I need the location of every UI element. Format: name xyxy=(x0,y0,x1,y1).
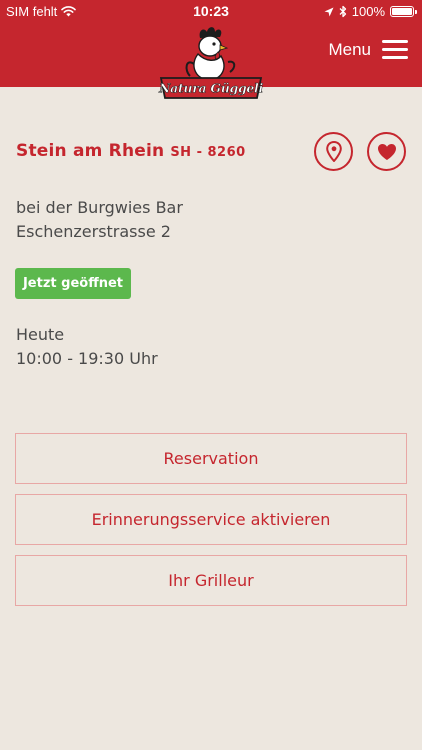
menu-label: Menu xyxy=(328,40,371,59)
battery-icon xyxy=(390,6,417,17)
hours-text: 10:00 - 19:30 Uhr xyxy=(16,349,158,368)
top-app-bar: SIM fehlt 10:23 100% Natura Güggeli Menu xyxy=(0,0,422,99)
griller-button[interactable]: Ihr Grilleur xyxy=(15,555,407,606)
menu-button[interactable]: Menu xyxy=(328,40,408,60)
address: bei der Burgwies Bar Eschenzerstrasse 2 xyxy=(16,196,183,244)
open-status-badge: Jetzt geöffnet xyxy=(15,268,131,299)
battery-percent: 100% xyxy=(351,4,385,19)
show-on-map-button[interactable] xyxy=(314,132,353,171)
opening-hours: Heute 10:00 - 19:30 Uhr xyxy=(16,323,158,371)
address-line-1: bei der Burgwies Bar xyxy=(16,198,183,217)
location-name: Stein am Rhein xyxy=(16,141,165,161)
natura-gueggeli-logo[interactable]: Natura Güggeli xyxy=(158,24,264,102)
address-line-2: Eschenzerstrasse 2 xyxy=(16,222,171,241)
map-pin-icon xyxy=(325,141,342,162)
status-right: 100% xyxy=(324,4,417,19)
logo-text: Natura Güggeli xyxy=(158,81,263,96)
location-title: Stein am Rhein SH - 8260 xyxy=(16,141,246,161)
hamburger-icon xyxy=(382,40,408,60)
reminder-service-button[interactable]: Erinnerungsservice aktivieren xyxy=(15,494,407,545)
heart-icon xyxy=(377,143,396,160)
bluetooth-icon xyxy=(339,5,346,18)
day-label: Heute xyxy=(16,325,65,344)
location-postal: SH - 8260 xyxy=(170,145,246,160)
status-bar: SIM fehlt 10:23 100% xyxy=(0,0,422,22)
favorite-button[interactable] xyxy=(367,132,406,171)
reservation-button[interactable]: Reservation xyxy=(15,433,407,484)
location-arrow-icon xyxy=(324,7,334,16)
